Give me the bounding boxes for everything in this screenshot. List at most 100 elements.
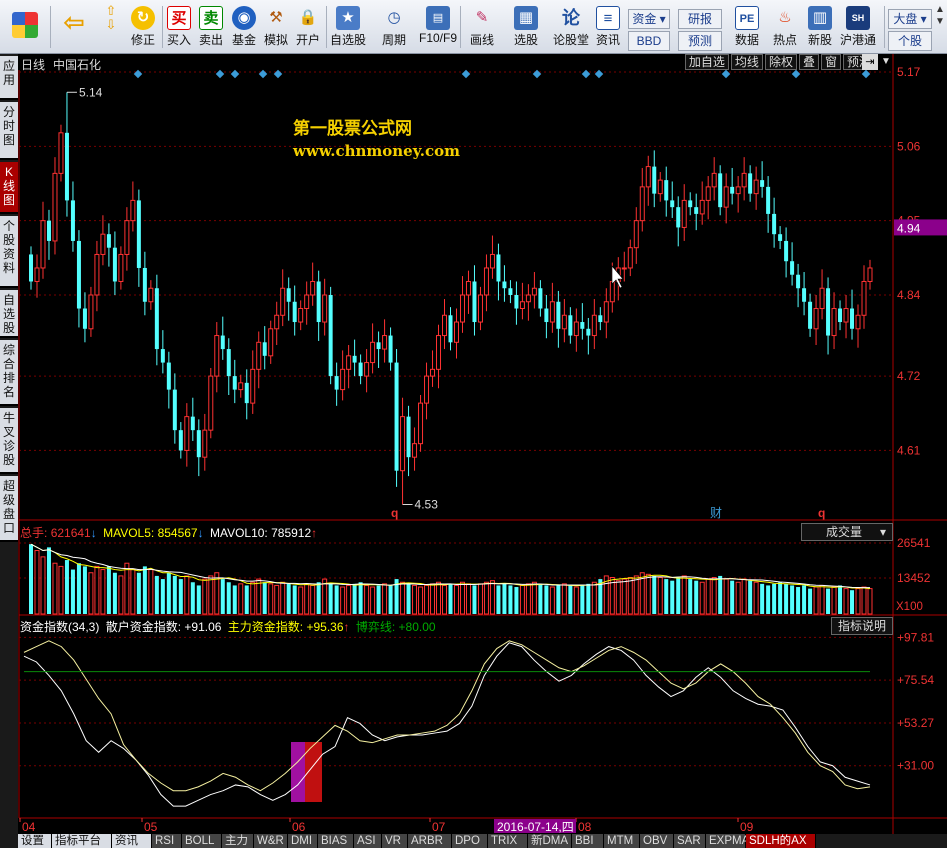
refresh-button[interactable]: ↻ 修正 xyxy=(126,4,160,52)
volume-bar xyxy=(148,569,154,615)
hot-button[interactable]: ♨ 热点 xyxy=(768,4,802,52)
candle-body xyxy=(855,314,861,330)
indicator-tab-3[interactable]: RSI xyxy=(152,834,182,848)
pin-icon[interactable]: ⇥ xyxy=(862,54,878,70)
candle-body xyxy=(142,267,147,302)
indicator-tab-6[interactable]: W&R xyxy=(254,834,288,848)
indicator-tab-4[interactable]: BOLL xyxy=(182,834,222,848)
tab-watchlist[interactable]: 自选股 xyxy=(0,290,18,338)
tab-diagnosis[interactable]: 牛叉诊股 xyxy=(0,408,18,474)
up-down-icon[interactable]: ⇧ ⇩ xyxy=(96,4,126,52)
simulate-button[interactable]: ⚒ 模拟 xyxy=(260,4,292,52)
candle-body xyxy=(208,375,214,431)
x-tick-label: 06 xyxy=(292,820,306,834)
volume-bar xyxy=(64,560,69,614)
select-stock-button[interactable]: ▦ 选股 xyxy=(506,4,546,52)
volume-bar xyxy=(699,581,705,615)
tab-super-panel[interactable]: 超级盘口 xyxy=(0,476,18,542)
forum-button[interactable]: 论 论股堂 xyxy=(552,4,590,52)
indicator-tab-16[interactable]: MTM xyxy=(604,834,640,848)
indicator-tab-2[interactable]: 资讯 xyxy=(112,834,152,848)
indicator-tab-17[interactable]: OBV xyxy=(640,834,674,848)
indicator-tab-15[interactable]: BBI xyxy=(572,834,604,848)
volume-bar xyxy=(226,582,231,614)
forecast-button[interactable]: 预测 xyxy=(678,31,722,51)
volume-bar xyxy=(88,572,94,615)
watchlist-button[interactable]: ★ 自选股 xyxy=(328,4,368,52)
draw-line-button[interactable]: ✎ 画线 xyxy=(462,4,502,52)
windows-icon[interactable] xyxy=(6,4,44,52)
indicator-tab-8[interactable]: BIAS xyxy=(318,834,354,848)
candle-body xyxy=(573,321,579,337)
indicator-tab-20[interactable]: SDLH的AX xyxy=(746,834,816,848)
bbd-button[interactable]: BBD xyxy=(628,31,670,51)
indicator-explain-button[interactable]: 指标说明 xyxy=(831,617,894,635)
f10-button[interactable]: ▤ F10/F9 xyxy=(416,4,460,52)
candle-body xyxy=(609,280,615,303)
volume-bar xyxy=(688,579,693,614)
indicator-tab-5[interactable]: 主力 xyxy=(222,834,254,848)
tab-stock-profile[interactable]: 个股资料 xyxy=(0,216,18,288)
candle-body xyxy=(549,301,555,323)
volume-bar xyxy=(394,579,399,614)
add-watchlist-button[interactable]: 加自选 xyxy=(684,54,729,70)
candle-body xyxy=(568,315,573,336)
open-account-button[interactable]: 🔒 开户 xyxy=(292,4,324,52)
back-arrow-icon[interactable]: ⇦ xyxy=(56,4,92,52)
indicator-tab-11[interactable]: ARBR xyxy=(408,834,452,848)
indicator-tab-1[interactable]: 指标平台 xyxy=(52,834,112,848)
indicator-tab-0[interactable]: 设置 xyxy=(18,834,52,848)
overlay-button[interactable]: 叠 xyxy=(798,54,819,70)
research-report-button[interactable]: 研报 xyxy=(678,9,722,29)
marker-q: q xyxy=(391,506,398,520)
tab-kline[interactable]: K线图 xyxy=(0,162,18,214)
indicator-tab-19[interactable]: EXPMA xyxy=(706,834,749,848)
dapan-dropdown[interactable]: 大盘 ▾ xyxy=(888,9,932,29)
volume-bar xyxy=(112,572,117,614)
volume-dropdown[interactable]: 成交量 ▾ xyxy=(801,523,893,541)
data-button[interactable]: PE 数据 xyxy=(726,4,768,52)
fund-button[interactable]: ◉ 基金 xyxy=(228,4,260,52)
volume-bar xyxy=(94,565,100,615)
gegu-button[interactable]: 个股 xyxy=(888,31,932,51)
volume-bar xyxy=(304,583,310,615)
sell-button[interactable]: 卖 卖出 xyxy=(196,4,226,52)
candle-body xyxy=(154,288,159,350)
candle-body xyxy=(627,247,633,269)
candle-body xyxy=(406,416,411,458)
volume-bar xyxy=(808,588,813,614)
ma-button[interactable]: 均线 xyxy=(730,54,763,70)
news-button[interactable]: ≡ 资讯 xyxy=(592,4,624,52)
volume-bar xyxy=(748,580,753,614)
volume-bar xyxy=(496,585,501,614)
new-stock-button[interactable]: ▥ 新股 xyxy=(804,4,836,52)
zijin-dropdown[interactable]: 资金 ▾ xyxy=(628,9,670,29)
candle-body xyxy=(615,267,621,282)
tab-ranking[interactable]: 综合排名 xyxy=(0,340,18,406)
last-price-label: 4.94 xyxy=(897,221,921,235)
hk-connect-button[interactable]: SH 沪港通 xyxy=(838,4,878,52)
window-button[interactable]: 窗 xyxy=(820,54,841,70)
indicator-tab-18[interactable]: SAR xyxy=(674,834,706,848)
indicator-tab-14[interactable]: 新DMA xyxy=(528,834,572,848)
toolbar-scroll-handle[interactable]: ▲ ▼ xyxy=(934,4,946,52)
candle-body xyxy=(196,430,201,458)
ex-rights-button[interactable]: 除权 xyxy=(764,54,797,70)
indicator-tab-9[interactable]: ASI xyxy=(354,834,382,848)
x-tick-label: 05 xyxy=(144,820,158,834)
indicator-tab-10[interactable]: VR xyxy=(382,834,408,848)
indicator-tab-13[interactable]: TRIX xyxy=(488,834,528,848)
tab-apps[interactable]: 应用 xyxy=(0,56,18,100)
candle-body xyxy=(586,328,591,336)
indicator-tick-label: +75.54 xyxy=(897,673,934,687)
period-button[interactable]: ◷ 周期 xyxy=(372,4,416,52)
indicator-tab-7[interactable]: DMI xyxy=(288,834,318,848)
chevron-down-icon[interactable]: ▼ xyxy=(880,54,892,70)
volume-bar xyxy=(196,585,201,614)
candle-body xyxy=(621,267,627,270)
buy-button[interactable]: 买 买入 xyxy=(164,4,194,52)
chart-toolbar: 加自选 均线 除权 叠 窗 预测 xyxy=(683,54,875,70)
tab-intraday[interactable]: 分时图 xyxy=(0,102,18,160)
kline-chart[interactable]: 5.17 5.06 4.95 4.84 4.72 4.61 5.14 4.53 q 财 q 4.94 2… xyxy=(0,0,947,848)
indicator-tab-12[interactable]: DPO xyxy=(452,834,488,848)
